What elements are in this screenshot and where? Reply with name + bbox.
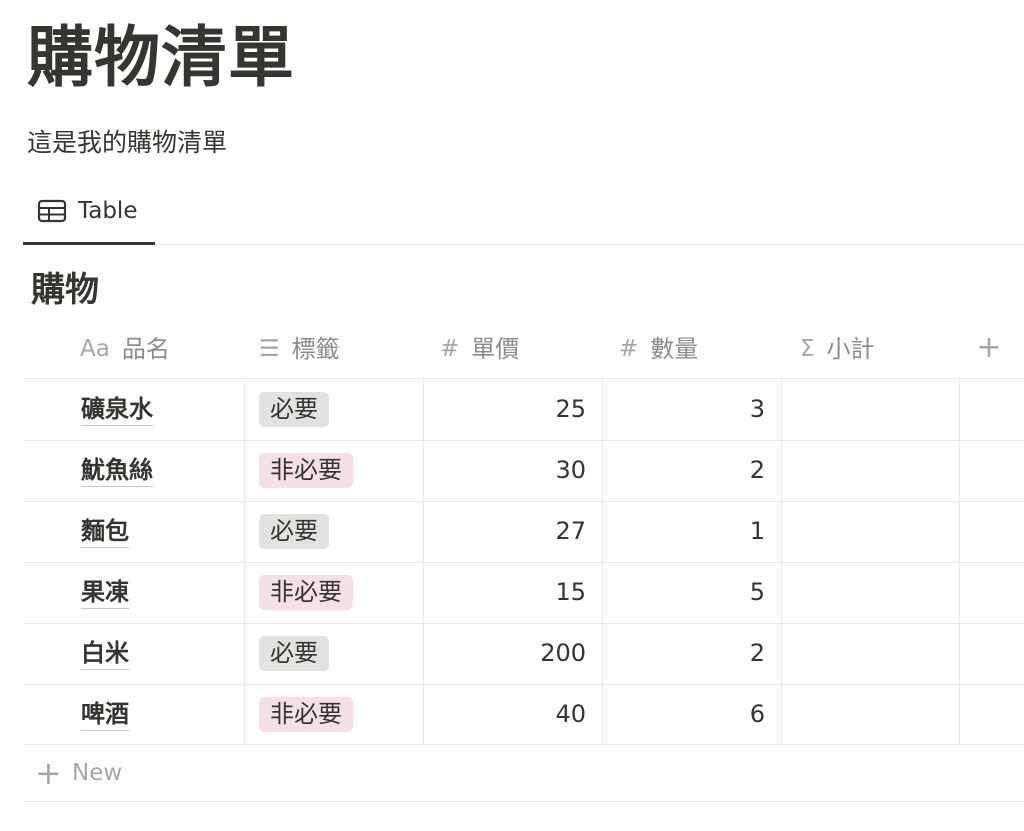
- number-property-icon: #: [619, 336, 639, 362]
- column-header-label: 標籤: [291, 335, 340, 363]
- quantity-cell[interactable]: 2: [602, 454, 765, 486]
- tab-table-view[interactable]: Table: [23, 190, 155, 245]
- tag-badge[interactable]: 必要: [259, 636, 329, 671]
- page-description[interactable]: 這是我的購物清單: [27, 125, 227, 161]
- table-row: 果凍 非必要 15 5: [23, 562, 1024, 623]
- column-header-label: 品名: [121, 335, 170, 363]
- row-name-cell[interactable]: 麵包: [81, 515, 129, 548]
- row-name-cell[interactable]: 魷魚絲: [81, 454, 153, 487]
- text-property-icon: Aa: [80, 336, 110, 362]
- price-cell[interactable]: 30: [423, 454, 586, 486]
- table-row: 礦泉水 必要 25 3: [23, 379, 1024, 440]
- column-header-subtotal[interactable]: Σ 小計: [800, 333, 875, 365]
- table-row: 白米 必要 200 2: [23, 623, 1024, 684]
- plus-icon: +: [35, 754, 62, 792]
- tag-badge[interactable]: 非必要: [259, 697, 353, 732]
- table-row: 啤酒 非必要 40 6: [23, 684, 1024, 745]
- row-name-cell[interactable]: 果凍: [81, 576, 129, 609]
- tag-badge[interactable]: 必要: [259, 392, 329, 427]
- row-name-cell[interactable]: 白米: [81, 637, 129, 670]
- multi-select-property-icon: ☰: [259, 336, 280, 362]
- tag-badge[interactable]: 必要: [259, 514, 329, 549]
- quantity-cell[interactable]: 3: [602, 393, 765, 425]
- page-title[interactable]: 購物清單: [27, 18, 295, 98]
- price-cell[interactable]: 40: [423, 698, 586, 730]
- quantity-cell[interactable]: 6: [602, 698, 765, 730]
- price-cell[interactable]: 25: [423, 393, 586, 425]
- table-row: 魷魚絲 非必要 30 2: [23, 440, 1024, 501]
- row-name-cell[interactable]: 礦泉水: [81, 393, 153, 426]
- new-row-button[interactable]: + New: [23, 745, 1024, 802]
- column-header-quantity[interactable]: # 數量: [619, 333, 698, 365]
- page: 購物清單 這是我的購物清單 Table 購物 Aa 品名 ☰ 標籤 # 單價 #…: [0, 0, 1024, 831]
- new-row-label: New: [72, 760, 123, 786]
- column-header-name[interactable]: Aa 品名: [80, 333, 170, 365]
- quantity-cell[interactable]: 1: [602, 515, 765, 547]
- table-icon: [37, 199, 67, 223]
- table-row: 麵包 必要 27 1: [23, 501, 1024, 562]
- column-header-tags[interactable]: ☰ 標籤: [259, 333, 340, 365]
- price-cell[interactable]: 27: [423, 515, 586, 547]
- price-cell[interactable]: 15: [423, 576, 586, 608]
- tag-badge[interactable]: 非必要: [259, 453, 353, 488]
- price-cell[interactable]: 200: [423, 637, 586, 669]
- formula-property-icon: Σ: [800, 336, 815, 362]
- column-header-label: 數量: [650, 335, 699, 363]
- column-header-label: 小計: [826, 335, 875, 363]
- quantity-cell[interactable]: 2: [602, 637, 765, 669]
- column-header-price[interactable]: # 單價: [440, 333, 519, 365]
- tab-table-label: Table: [78, 198, 138, 224]
- quantity-cell[interactable]: 5: [602, 576, 765, 608]
- database-title[interactable]: 購物: [31, 268, 99, 312]
- number-property-icon: #: [440, 336, 460, 362]
- column-header-label: 單價: [471, 335, 520, 363]
- view-tabs: Table: [23, 190, 1024, 245]
- add-property-button[interactable]: +: [974, 330, 1004, 366]
- row-name-cell[interactable]: 啤酒: [81, 698, 129, 731]
- tag-badge[interactable]: 非必要: [259, 575, 353, 610]
